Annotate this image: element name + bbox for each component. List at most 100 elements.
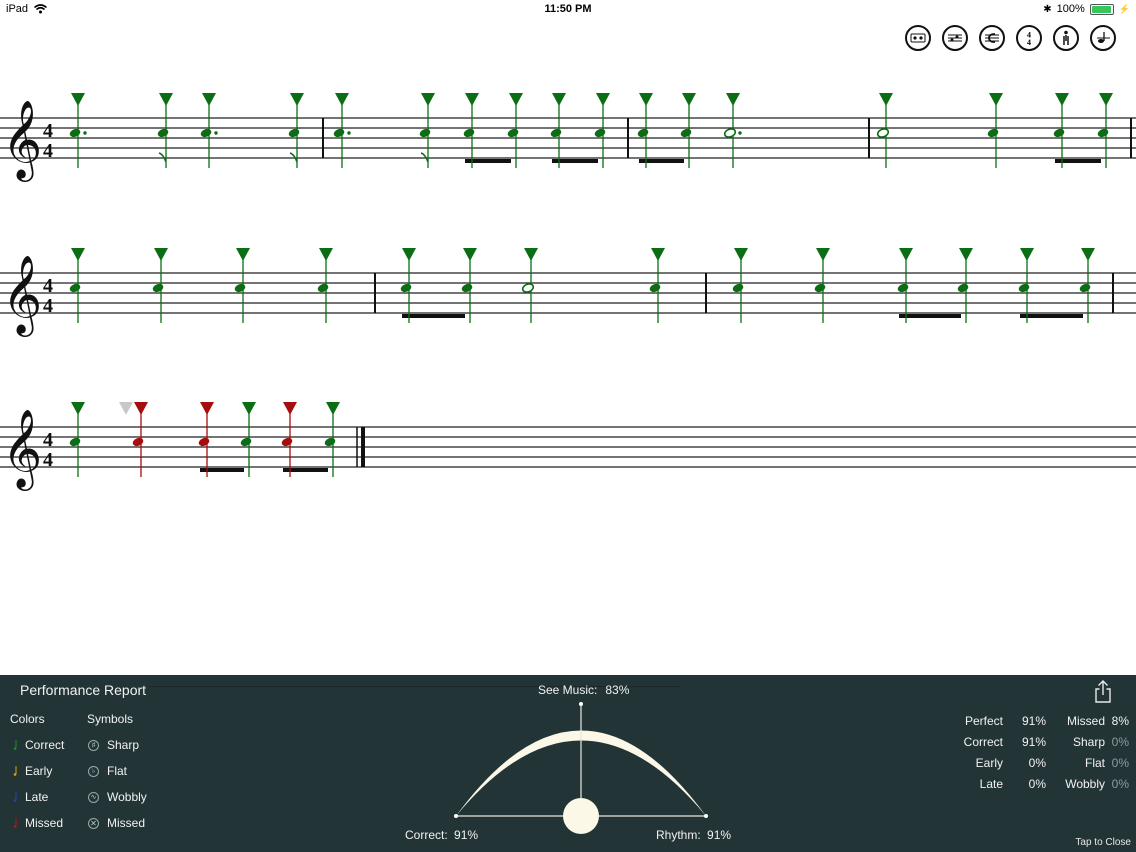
- late-note-icon: [13, 792, 16, 802]
- clef-icon[interactable]: [979, 25, 1005, 51]
- note-head: [132, 437, 144, 447]
- missed-x-icon: ✕: [88, 817, 99, 829]
- legend-color-label: Missed: [25, 816, 64, 830]
- tempo-icon[interactable]: [1090, 25, 1116, 51]
- note-head: [649, 283, 661, 293]
- legend-symbol-label: Flat: [107, 764, 128, 778]
- note-head: [234, 283, 246, 293]
- legend-symbol-wobbly: ∿ Wobbly: [87, 790, 147, 804]
- time-signature-bottom: 4: [43, 449, 53, 471]
- tape-icon[interactable]: [905, 25, 931, 51]
- note-dot: [214, 131, 218, 135]
- note-head: [680, 128, 692, 138]
- legend-symbol-label: Sharp: [107, 738, 140, 752]
- note-head: [723, 128, 737, 138]
- gauge-right-dot: [704, 814, 708, 818]
- legend-symbol-label: Wobbly: [107, 790, 147, 804]
- legend-symbol-label: Missed: [107, 816, 146, 830]
- tap-to-close-button[interactable]: Tap to Close: [1075, 837, 1131, 848]
- treble-clef-icon: 𝄞: [2, 100, 42, 182]
- note-head: [1053, 128, 1065, 138]
- rhythm-summary: Rhythm: 91%: [656, 828, 731, 842]
- note-head: [419, 128, 431, 138]
- note-head: [897, 283, 909, 293]
- correct-note-icon: [13, 740, 16, 750]
- treble-clef-icon: 𝄞: [2, 409, 42, 491]
- time-signature-top: 4: [43, 429, 53, 451]
- stat-label: Sharp: [1072, 735, 1105, 749]
- note-head: [400, 283, 412, 293]
- legend-color-label: Correct: [25, 738, 65, 752]
- legend-color-correct: Correct: [8, 738, 64, 752]
- note-head: [814, 283, 826, 293]
- note-beam: [402, 314, 465, 318]
- note-head: [957, 283, 969, 293]
- note-head: [507, 128, 519, 138]
- note-head: [1097, 128, 1109, 138]
- stat-value: 0%: [1111, 777, 1129, 791]
- rhythm-summary-value: 91%: [707, 828, 732, 842]
- treble-clef-icon: 𝄞: [2, 255, 42, 337]
- note-beam: [899, 314, 961, 318]
- wobbly-icon: ∿: [88, 791, 99, 803]
- early-note-icon: [13, 766, 16, 776]
- ghost-marker: [119, 402, 133, 415]
- legend-symbol-sharp: ♯ Sharp: [87, 738, 139, 752]
- stat-label: Wobbly: [1065, 777, 1105, 791]
- gauge-top-dot: [579, 702, 583, 706]
- note-beam: [1020, 314, 1083, 318]
- score-gauge: [454, 702, 708, 834]
- missed-note-icon: [13, 818, 16, 828]
- note-head: [198, 437, 210, 447]
- note-head: [1018, 283, 1030, 293]
- note-head: [461, 283, 473, 293]
- charging-icon: ⚡: [1118, 3, 1130, 14]
- note-head: [987, 128, 999, 138]
- note-head: [69, 437, 81, 447]
- note-head: [333, 128, 345, 138]
- battery-percent: 100%: [1056, 3, 1085, 15]
- note-head: [317, 283, 329, 293]
- note-head: [550, 128, 562, 138]
- symbols-heading: Symbols: [87, 712, 134, 726]
- notes-icon[interactable]: [942, 25, 968, 51]
- note-dot: [83, 131, 87, 135]
- stat-label: Flat: [1084, 756, 1105, 770]
- clock: 11:50 PM: [544, 3, 592, 15]
- note-head: [637, 128, 649, 138]
- legend-color-late: Late: [8, 790, 48, 804]
- note-head: [324, 437, 336, 447]
- stat-value: 8%: [1111, 714, 1129, 728]
- note-head: [69, 128, 81, 138]
- legend-color-early: Early: [8, 764, 52, 778]
- rhythm-summary-label: Rhythm:: [656, 828, 701, 842]
- time-signature-top: 4: [43, 275, 53, 297]
- gauge-left-dot: [454, 814, 458, 818]
- note-head: [1079, 283, 1091, 293]
- metronome-player-icon[interactable]: [1053, 25, 1079, 51]
- note-head: [281, 437, 293, 447]
- legend-color-label: Early: [25, 764, 53, 778]
- gauge-ball: [563, 798, 599, 834]
- share-icon[interactable]: [1094, 680, 1112, 704]
- time-signature-bottom: 4: [43, 295, 53, 317]
- note-head: [240, 437, 252, 447]
- time-signature-bottom: 4: [43, 140, 53, 162]
- stat-value: 0%: [1111, 735, 1129, 749]
- score-toolbar: 44: [905, 25, 1116, 51]
- stat-label: Early: [975, 756, 1003, 770]
- time-signature-top: 4: [43, 120, 53, 142]
- colors-heading: Colors: [10, 712, 45, 726]
- correct-summary-value: 91%: [454, 828, 479, 842]
- note-head: [463, 128, 475, 138]
- time-signature-icon[interactable]: 44: [1016, 25, 1042, 51]
- legend-symbol-flat: ♭ Flat: [87, 764, 127, 778]
- sheet-music: 𝄞 44𝄞 44𝄞 44: [0, 93, 1136, 491]
- correct-summary-label: Correct:: [405, 828, 448, 842]
- note-dot: [347, 131, 351, 135]
- bluetooth-icon: ✱: [1043, 3, 1052, 15]
- note-head: [521, 283, 535, 293]
- stat-label: Correct: [963, 735, 1003, 749]
- note-head: [157, 128, 169, 138]
- sharp-icon: ♯: [88, 739, 99, 751]
